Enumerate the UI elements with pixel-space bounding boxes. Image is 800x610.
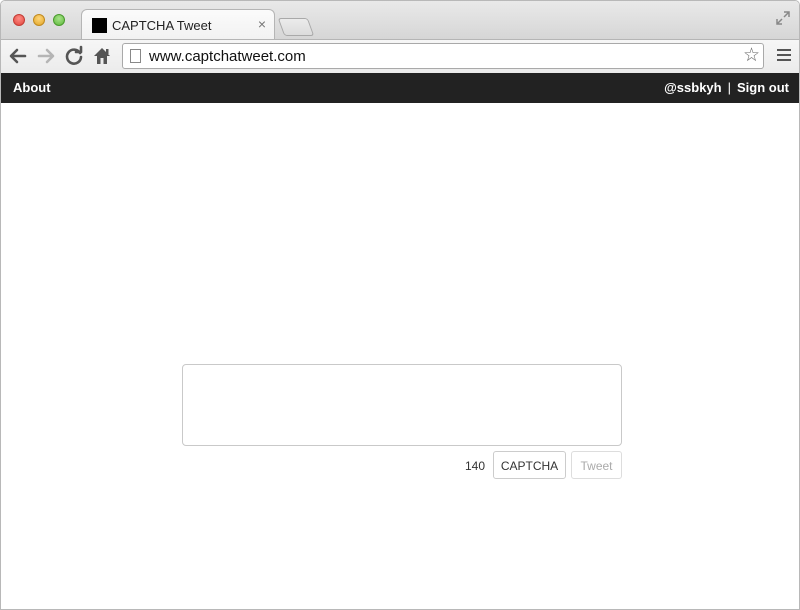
- browser-toolbar: www.captchatweet.com ☆: [1, 39, 799, 73]
- url-text[interactable]: www.captchatweet.com: [149, 48, 306, 65]
- tab-strip: CAPTCHA Tweet ×: [1, 1, 799, 39]
- tweet-textarea[interactable]: [182, 364, 622, 446]
- new-tab-button[interactable]: [277, 18, 315, 36]
- close-window-button[interactable]: [13, 14, 25, 26]
- page-icon: [130, 49, 141, 63]
- captcha-button[interactable]: CAPTCHA: [493, 451, 566, 479]
- back-arrow-icon[interactable]: [7, 45, 29, 67]
- fullscreen-icon[interactable]: [775, 10, 791, 26]
- address-bar[interactable]: www.captchatweet.com ☆: [122, 43, 764, 69]
- tab-captcha-tweet[interactable]: CAPTCHA Tweet ×: [81, 9, 275, 39]
- forward-arrow-icon[interactable]: [35, 45, 57, 67]
- username-link[interactable]: @ssbkyh: [664, 80, 721, 95]
- nav-user-area: @ssbkyh | Sign out: [664, 80, 789, 95]
- site-navbar: About @ssbkyh | Sign out: [1, 73, 799, 103]
- favicon-icon: [92, 18, 107, 33]
- character-count: 140: [465, 459, 486, 473]
- home-icon[interactable]: [91, 45, 113, 67]
- minimize-window-button[interactable]: [33, 14, 45, 26]
- bookmark-star-icon[interactable]: ☆: [743, 45, 760, 67]
- tab-close-icon[interactable]: ×: [258, 16, 266, 32]
- maximize-window-button[interactable]: [53, 14, 65, 26]
- sign-out-link[interactable]: Sign out: [737, 80, 789, 95]
- nav-separator: |: [727, 80, 731, 95]
- about-link[interactable]: About: [13, 80, 51, 95]
- tweet-button[interactable]: Tweet: [571, 451, 622, 479]
- menu-icon[interactable]: [777, 46, 791, 64]
- browser-window: CAPTCHA Tweet × www.captchatweet.com ☆ A…: [0, 0, 800, 610]
- reload-icon[interactable]: [63, 45, 85, 67]
- tab-title: CAPTCHA Tweet: [112, 18, 212, 33]
